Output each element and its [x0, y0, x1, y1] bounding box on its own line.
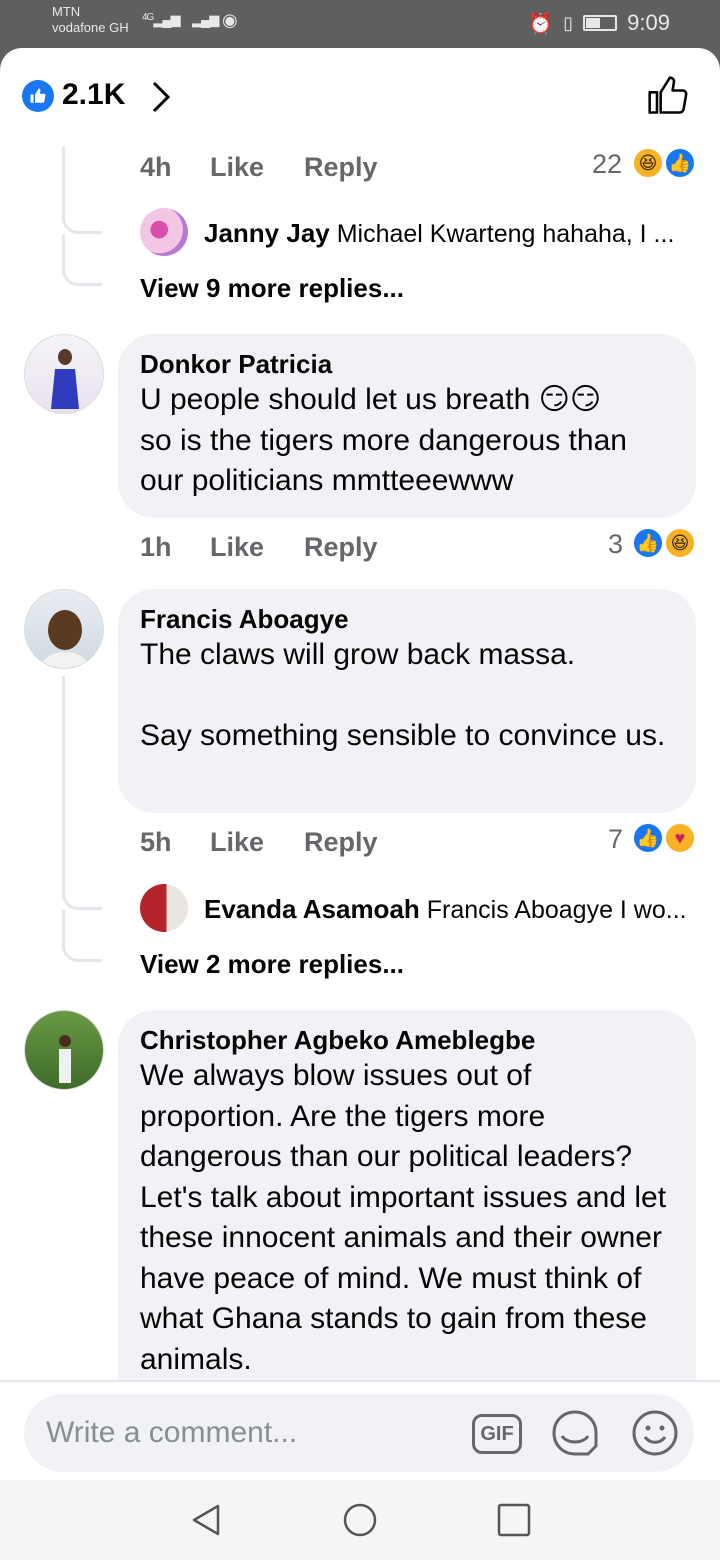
reply-author: Evanda Asamoah — [204, 894, 420, 924]
thread-curve — [62, 186, 102, 234]
avatar[interactable] — [140, 884, 188, 932]
carrier-1: MTN — [52, 4, 81, 19]
chevron-right-icon[interactable] — [150, 80, 172, 122]
comment-bubble[interactable]: Francis Aboagye The claws will grow back… — [118, 589, 696, 813]
reply-author: Janny Jay — [204, 218, 330, 248]
reactions-header[interactable]: 2.1K — [0, 48, 720, 143]
comment-time: 5h — [140, 827, 172, 857]
reply-preview[interactable]: Janny Jay Michael Kwarteng hahaha, I ... — [204, 218, 674, 249]
comment-text: We always blow issues out of proportion.… — [140, 1059, 667, 1376]
reply-link[interactable]: Reply — [304, 152, 378, 183]
vibrate-icon: ▯ — [563, 12, 574, 33]
avatar[interactable] — [24, 334, 104, 414]
avatar[interactable] — [140, 208, 188, 256]
network-type: 4G — [142, 12, 154, 23]
system-nav-bar — [0, 1480, 720, 1560]
comment-time: 4h — [140, 152, 172, 182]
comment-bubble[interactable]: Christopher Agbeko Ameblegbe We always b… — [118, 1010, 696, 1440]
avatar[interactable] — [24, 589, 104, 669]
gif-label: GIF — [480, 1422, 514, 1445]
signal-icon-2: ▂▄▆ — [192, 12, 219, 27]
reaction-total: 2.1K — [62, 78, 126, 111]
haha-icon: 😆 — [664, 527, 696, 559]
view-more-replies[interactable]: View 9 more replies... — [140, 273, 404, 304]
haha-icon: 😆 — [632, 147, 664, 179]
gif-button[interactable]: GIF — [472, 1414, 522, 1454]
like-icon: 👍 — [632, 822, 664, 854]
alarm-icon: ⏰ — [528, 12, 554, 35]
comment-bubble[interactable]: Donkor Patricia U people should let us b… — [118, 334, 696, 518]
data-saver-icon: ◉ — [222, 10, 238, 30]
thread-curve — [62, 860, 102, 910]
thread-curve — [62, 234, 102, 286]
reaction-count[interactable]: 3 — [608, 529, 623, 560]
like-icon: 👍 — [664, 147, 696, 179]
reply-preview[interactable]: Evanda Asamoah Francis Aboagye I wo... — [204, 894, 687, 925]
reply-link[interactable]: Reply — [304, 532, 378, 563]
comment-text: U people should let us breath 😏😏 so is t… — [140, 383, 627, 497]
reply-link[interactable]: Reply — [304, 827, 378, 858]
comment-time: 1h — [140, 532, 172, 562]
comment-author[interactable]: Christopher Agbeko Ameblegbe — [140, 1024, 674, 1056]
carrier-names: MTN vodafone GH — [52, 4, 129, 36]
thread-curve — [62, 910, 102, 962]
reaction-count[interactable]: 7 — [608, 824, 623, 855]
comments-sheet: 2.1K 4h Like Reply 22 😆 👍 Janny Jay Mich… — [0, 48, 720, 1480]
reply-text: Francis Aboagye I wo... — [426, 896, 687, 924]
thread-line — [62, 146, 65, 186]
clock: 9:09 — [627, 10, 670, 35]
carrier-2: vodafone GH — [52, 20, 129, 35]
status-right: ⏰ ▯ 9:09 — [528, 10, 670, 36]
thread-line — [62, 676, 65, 888]
emoji-icon[interactable] — [630, 1408, 680, 1458]
like-link[interactable]: Like — [210, 152, 264, 183]
comment-text: The claws will grow back massa. Say some… — [140, 638, 666, 752]
sticker-icon[interactable] — [550, 1408, 600, 1458]
comment-input-pill[interactable]: GIF — [24, 1394, 694, 1472]
like-icon — [22, 80, 54, 112]
care-icon: ♥ — [664, 822, 696, 854]
reaction-count[interactable]: 22 — [592, 149, 622, 180]
like-link[interactable]: Like — [210, 827, 264, 858]
battery-icon — [583, 15, 618, 31]
like-icon: 👍 — [632, 527, 664, 559]
signal-icon: ▂▄▆ — [153, 12, 180, 27]
view-more-replies[interactable]: View 2 more replies... — [140, 949, 404, 980]
recents-icon[interactable] — [496, 1502, 532, 1538]
comment-author[interactable]: Donkor Patricia — [140, 348, 674, 380]
like-link[interactable]: Like — [210, 532, 264, 563]
comment-input[interactable] — [46, 1406, 466, 1460]
network-label: 4G▂▄▆ — [142, 12, 181, 28]
thumbs-up-outline-icon[interactable] — [646, 74, 690, 118]
avatar[interactable] — [24, 1010, 104, 1090]
reply-text: Michael Kwarteng hahaha, I ... — [336, 220, 675, 248]
back-icon[interactable] — [188, 1502, 224, 1538]
comment-composer: GIF — [0, 1380, 720, 1480]
comment-author[interactable]: Francis Aboagye — [140, 603, 674, 635]
status-bar: MTN vodafone GH 4G▂▄▆ ▂▄▆ ◉ ⏰ ▯ 9:09 — [0, 0, 720, 48]
home-icon[interactable] — [342, 1502, 378, 1538]
